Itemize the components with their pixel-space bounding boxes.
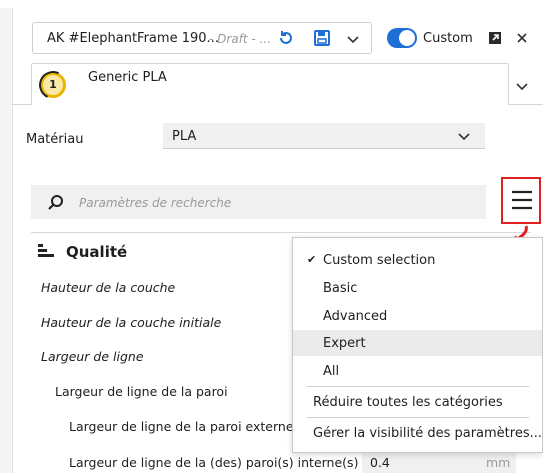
chevron-down-icon: [458, 133, 470, 141]
inner-wall-width-value: 0.4: [370, 455, 390, 470]
setting-outer-wall-line-width[interactable]: Largeur de ligne de la paroi externe: [69, 419, 294, 434]
material-value: PLA: [172, 129, 197, 144]
setting-initial-layer-height[interactable]: Hauteur de la couche initiale: [41, 315, 221, 330]
extruder-tab-label: Generic PLA: [88, 70, 167, 85]
extruder-tab[interactable]: 1 Generic PLA: [31, 63, 509, 105]
inner-wall-width-unit: mm: [486, 455, 511, 470]
menu-item-expert[interactable]: Expert: [293, 330, 542, 356]
extruder-badge: 1: [40, 72, 66, 98]
profile-name: AK #ElephantFrame 190...: [47, 31, 219, 46]
chevron-down-icon[interactable]: [346, 32, 360, 46]
check-icon: ✔: [307, 253, 317, 266]
material-select[interactable]: PLA: [163, 123, 485, 149]
menu-item-custom-selection[interactable]: ✔ Custom selection: [293, 247, 542, 273]
menu-item-manage-visibility[interactable]: Gérer la visibilité des paramètres...: [293, 420, 542, 446]
settings-search[interactable]: Paramètres de recherche: [31, 185, 486, 219]
save-icon[interactable]: [313, 29, 331, 47]
menu-item-basic[interactable]: Basic: [293, 275, 542, 301]
reset-icon[interactable]: [277, 29, 295, 47]
material-label: Matériau: [26, 132, 84, 147]
hamburger-icon: [512, 190, 532, 210]
top-bar: [0, 0, 543, 8]
settings-visibility-menu-button[interactable]: [501, 177, 541, 224]
profile-selector[interactable]: AK #ElephantFrame 190... - Draft - ...: [32, 22, 372, 54]
setting-line-width[interactable]: Largeur de ligne: [41, 349, 144, 364]
menu-item-advanced[interactable]: Advanced: [293, 303, 542, 329]
search-placeholder: Paramètres de recherche: [79, 196, 232, 210]
custom-toggle[interactable]: [387, 28, 417, 48]
inner-wall-width-field[interactable]: 0.4 mm: [362, 451, 516, 473]
menu-item-all[interactable]: All: [293, 358, 542, 384]
section-divider: [31, 232, 531, 233]
extruder-tab-bar: 1 Generic PLA: [12, 63, 543, 105]
menu-separator: [307, 386, 529, 387]
custom-label: Custom: [423, 31, 473, 46]
chevron-down-icon[interactable]: [515, 79, 529, 93]
search-icon: [48, 195, 63, 210]
profile-state: - Draft - ...: [209, 32, 272, 46]
menu-item-collapse-all[interactable]: Réduire toutes les catégories: [293, 389, 542, 415]
section-title[interactable]: Qualité: [66, 243, 127, 261]
quality-icon: [38, 244, 54, 257]
menu-separator: [307, 417, 529, 418]
close-icon[interactable]: [516, 32, 528, 44]
setting-layer-height[interactable]: Hauteur de la couche: [41, 280, 175, 295]
visibility-dropdown: ✔ Custom selection Basic Advanced Expert…: [292, 237, 543, 453]
setting-inner-wall-line-width[interactable]: Largeur de ligne de la (des) paroi(s) in…: [69, 455, 358, 470]
setting-wall-line-width[interactable]: Largeur de ligne de la paroi: [55, 384, 228, 399]
expand-icon[interactable]: [488, 31, 502, 45]
